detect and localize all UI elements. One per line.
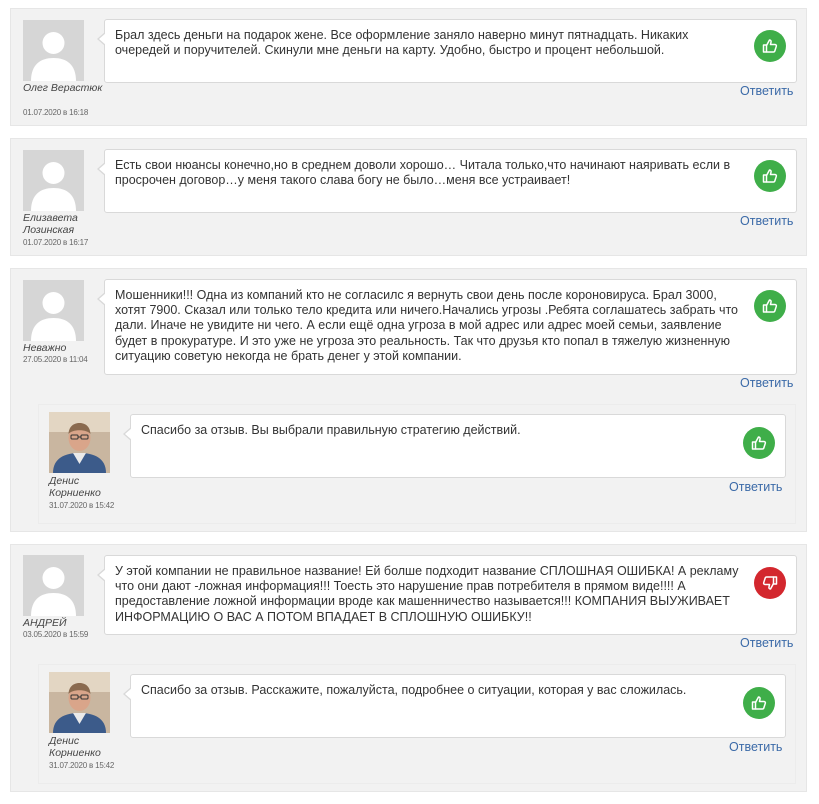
reply-date: 31.07.2020 в 15:42	[49, 501, 115, 510]
comment-author: АНДРЕЙ	[23, 617, 67, 629]
avatar-placeholder	[23, 555, 84, 616]
comment-text: Есть свои нюансы конечно,но в среднем до…	[115, 158, 731, 188]
comment-bubble: Брал здесь деньги на подарок жене. Все о…	[97, 19, 797, 83]
comment-text: У этой компании не правильное название! …	[115, 564, 739, 624]
comment-author: Олег Верастюк	[23, 82, 103, 94]
thumbs-up-icon[interactable]	[754, 160, 786, 192]
comment-bubble: У этой компании не правильное название! …	[97, 555, 797, 635]
comment-text: Брал здесь деньги на подарок жене. Все о…	[115, 28, 689, 58]
reply-link[interactable]: Ответить	[740, 636, 793, 650]
comment-bubble: Мошенники!!! Одна из компаний кто не сог…	[97, 279, 797, 375]
reply-link[interactable]: Ответить	[729, 480, 782, 494]
thumbs-up-icon[interactable]	[754, 30, 786, 62]
thumbs-up-icon[interactable]	[743, 427, 775, 459]
avatar-placeholder	[23, 20, 84, 81]
reply-date: 31.07.2020 в 15:42	[49, 761, 115, 770]
avatar-placeholder	[23, 150, 84, 211]
avatar-placeholder	[23, 280, 84, 341]
reply-text: Спасибо за отзыв. Вы выбрали правильную …	[141, 423, 521, 437]
thumbs-up-icon[interactable]	[743, 687, 775, 719]
comment-date: 01.07.2020 в 16:17	[23, 238, 89, 247]
reply-bubble: Спасибо за отзыв. Расскажите, пожалуйста…	[123, 674, 786, 738]
comment-card: Олег Верастюк 01.07.2020 в 16:18 Брал зд…	[10, 8, 807, 126]
comment-date: 27.05.2020 в 11:04	[23, 355, 88, 364]
reply-bubble: Спасибо за отзыв. Вы выбрали правильную …	[123, 414, 786, 478]
reply-author: Денис Корниенко	[49, 735, 101, 759]
thumbs-down-icon[interactable]	[754, 567, 786, 599]
comment-bubble: Есть свои нюансы конечно,но в среднем до…	[97, 149, 797, 213]
comment-author: Неважно	[23, 342, 67, 354]
avatar-photo	[49, 672, 110, 733]
reply-author: Денис Корниенко	[49, 475, 101, 499]
comment-date: 01.07.2020 в 16:18	[23, 108, 89, 117]
reply-card: Денис Корниенко 31.07.2020 в 15:42 Спаси…	[38, 664, 796, 784]
thumbs-up-icon[interactable]	[754, 290, 786, 322]
reply-text: Спасибо за отзыв. Расскажите, пожалуйста…	[141, 683, 687, 697]
reply-link[interactable]: Ответить	[729, 740, 782, 754]
comment-card: Елизавета Лозинская 01.07.2020 в 16:17 Е…	[10, 138, 807, 256]
comment-author: Елизавета Лозинская	[23, 212, 78, 236]
comment-text: Мошенники!!! Одна из компаний кто не сог…	[115, 288, 739, 363]
reply-card: Денис Корниенко 31.07.2020 в 15:42 Спаси…	[38, 404, 796, 524]
reply-link[interactable]: Ответить	[740, 376, 793, 390]
reply-link[interactable]: Ответить	[740, 84, 793, 98]
avatar-photo	[49, 412, 110, 473]
comment-date: 03.05.2020 в 15:59	[23, 630, 89, 639]
reply-link[interactable]: Ответить	[740, 214, 793, 228]
